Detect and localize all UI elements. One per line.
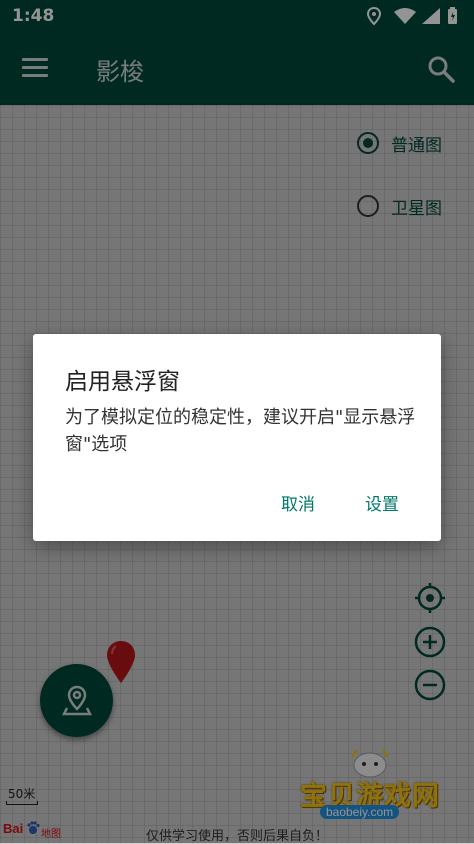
cancel-button[interactable]: 取消 xyxy=(281,490,315,515)
settings-button[interactable]: 设置 xyxy=(365,490,399,515)
dialog-title: 启用悬浮窗 xyxy=(65,369,180,395)
enable-overlay-dialog: 启用悬浮窗 为了模拟定位的稳定性，建议开启"显示悬浮窗"选项 取消 设置 xyxy=(33,334,441,541)
dialog-message: 为了模拟定位的稳定性，建议开启"显示悬浮窗"选项 xyxy=(65,407,416,455)
